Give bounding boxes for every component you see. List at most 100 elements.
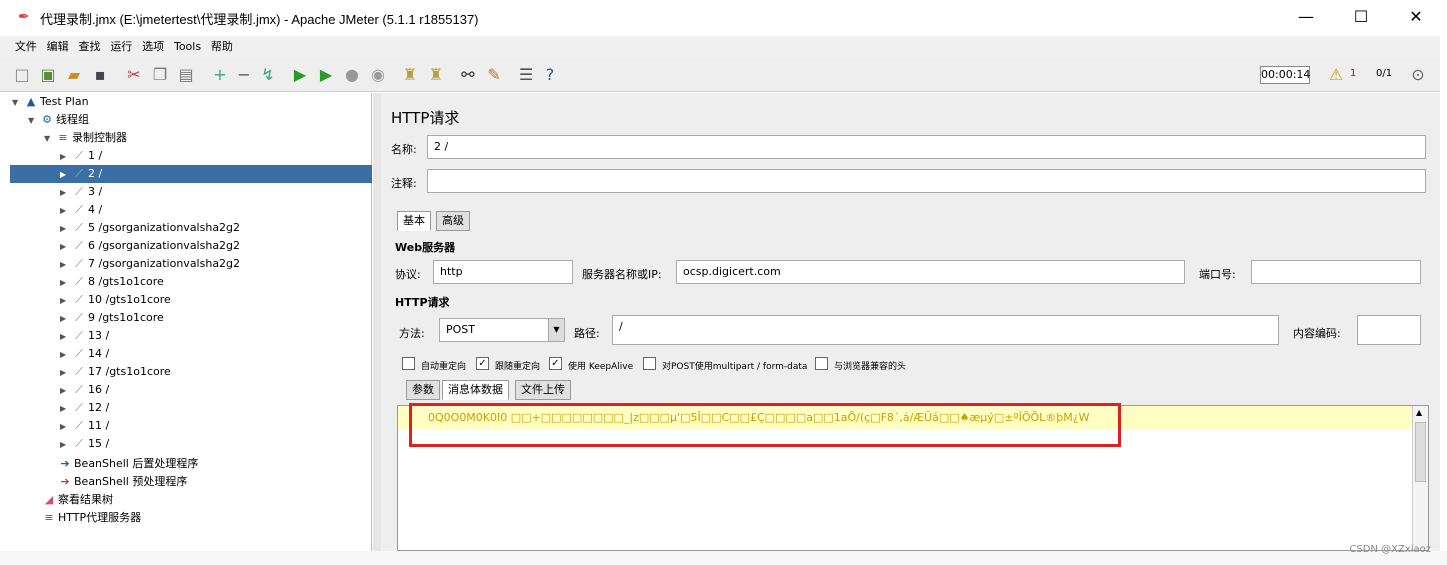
tree-node[interactable]: ➔ BeanShell 后置处理程序: [56, 455, 198, 473]
tree-node[interactable]: ▶ ⟋ 16 /: [60, 381, 109, 399]
open-icon[interactable]: ▰: [64, 65, 84, 85]
reset-search-icon[interactable]: ✎: [484, 65, 504, 85]
tab-files-upload[interactable]: 文件上传: [515, 380, 571, 400]
encoding-label: 内容编码:: [1293, 327, 1341, 340]
elapsed-timer: 00:00:14: [1260, 66, 1310, 84]
encoding-field[interactable]: [1357, 315, 1421, 345]
toggle-icon[interactable]: ↯: [258, 65, 278, 85]
protocol-field[interactable]: http: [433, 260, 573, 284]
path-label: 路径:: [574, 327, 600, 340]
warning-icon[interactable]: ⚠: [1326, 65, 1346, 85]
shutdown-icon[interactable]: ◉: [368, 65, 388, 85]
menu-run[interactable]: 运行: [107, 36, 135, 58]
test-plan-tree: ▼ ▲ Test Plan ▼ ⚙ 线程组 ▼ ≡ 录制控制器 ▶ ⟋ 1 / ▶ ⟋ 2 / ▶ ⟋…: [0, 93, 372, 551]
menu-file[interactable]: 文件: [12, 36, 40, 58]
pipette-icon: ⟋: [75, 221, 83, 234]
controller-icon: ≡: [58, 131, 68, 144]
minimize-button[interactable]: —: [1283, 4, 1329, 30]
multipart-label: 对POST使用multipart / form-data: [662, 362, 808, 372]
chevron-down-icon[interactable]: ▼: [548, 319, 564, 341]
save-icon[interactable]: ▪: [90, 65, 110, 85]
name-field[interactable]: 2 /: [427, 135, 1426, 159]
tree-node[interactable]: ▶ ⟋ 8 /gts1o1core: [60, 273, 164, 291]
tree-node[interactable]: ▶ ⟋ 13 /: [60, 327, 109, 345]
maximize-button[interactable]: ☐: [1338, 4, 1384, 30]
clear-icon[interactable]: ♜: [400, 65, 420, 85]
tree-node[interactable]: ▶ ⟋ 7 /gsorganizationvalsha2g2: [60, 255, 240, 273]
tree-node-selected[interactable]: ▶ ⟋ 2 /: [10, 165, 372, 183]
collapse-all-icon[interactable]: −: [234, 65, 254, 85]
tree-node[interactable]: ▶ ⟋ 11 /: [60, 417, 109, 435]
browser-headers-checkbox[interactable]: [815, 357, 828, 370]
vertical-scrollbar[interactable]: ▲: [1412, 406, 1428, 550]
pipette-icon: ⟋: [75, 329, 83, 342]
templates-icon[interactable]: ▣: [38, 65, 58, 85]
preprocessor-icon: ➔: [60, 475, 70, 488]
menu-help[interactable]: 帮助: [208, 36, 236, 58]
tree-node[interactable]: ▶ ⟋ 5 /gsorganizationvalsha2g2: [60, 219, 240, 237]
tab-basic[interactable]: 基本: [397, 211, 431, 231]
clear-all-icon[interactable]: ♜: [426, 65, 446, 85]
tree-node[interactable]: ▼ ⚙ 线程组: [28, 111, 89, 129]
tree-node[interactable]: ▶ ⟋ 15 /: [60, 435, 109, 453]
start-no-pauses-icon[interactable]: ▶: [316, 65, 336, 85]
new-icon[interactable]: □: [12, 65, 32, 85]
server-field[interactable]: ocsp.digicert.com: [676, 260, 1185, 284]
tree-node[interactable]: ▶ ⟋ 6 /gsorganizationvalsha2g2: [60, 237, 240, 255]
scroll-thumb[interactable]: [1415, 422, 1426, 482]
tree-node[interactable]: ≡ HTTP代理服务器: [40, 509, 141, 527]
tree-node[interactable]: ▶ ⟋ 3 /: [60, 183, 102, 201]
method-select[interactable]: POST ▼: [439, 318, 565, 342]
tree-node[interactable]: ▶ ⟋ 14 /: [60, 345, 109, 363]
port-field[interactable]: [1251, 260, 1421, 284]
multipart-checkbox[interactable]: [643, 357, 656, 370]
stop-icon[interactable]: ●: [342, 65, 362, 85]
splitter[interactable]: [373, 93, 381, 551]
menu-bar: 文件 编辑 查找 运行 选项 Tools 帮助: [0, 36, 1440, 58]
close-button[interactable]: ✕: [1393, 4, 1439, 30]
browser-headers-label: 与浏览器兼容的头: [834, 362, 907, 372]
menu-options[interactable]: 选项: [139, 36, 167, 58]
tab-advanced[interactable]: 高级: [436, 211, 470, 231]
follow-redirect-checkbox[interactable]: ✓: [476, 357, 489, 370]
search-icon[interactable]: ⚯: [458, 65, 478, 85]
tree-node[interactable]: ◢ 察看结果树: [40, 491, 113, 509]
tab-parameters[interactable]: 参数: [406, 380, 440, 400]
pipette-icon: ⟋: [75, 239, 83, 252]
menu-edit[interactable]: 编辑: [44, 36, 72, 58]
tree-node[interactable]: ▶ ⟋ 10 /gts1o1core: [60, 291, 171, 309]
toolbar: □ ▣ ▰ ▪ ✂ ❐ ▤ + − ↯ ▶ ▶ ● ◉ ♜ ♜ ⚯ ✎ ☰ ? …: [0, 58, 1440, 92]
function-helper-icon[interactable]: ☰: [516, 65, 536, 85]
path-field[interactable]: /: [612, 315, 1279, 345]
cut-icon[interactable]: ✂: [124, 65, 144, 85]
comment-field[interactable]: [427, 169, 1426, 193]
tree-node[interactable]: ▶ ⟋ 17 /gts1o1core: [60, 363, 171, 381]
annotation-highlight-box: [409, 403, 1121, 447]
pipette-icon: ⟋: [75, 257, 83, 270]
gear-icon: ⚙: [42, 113, 52, 126]
tree-node[interactable]: ▶ ⟋ 12 /: [60, 399, 109, 417]
copy-icon[interactable]: ❐: [150, 65, 170, 85]
tree-node[interactable]: ▶ ⟋ 1 /: [60, 147, 102, 165]
pipette-icon: ⟋: [75, 401, 83, 414]
watermark: CSDN @XZxiaoz: [1349, 544, 1431, 555]
tree-node[interactable]: ▶ ⟋ 4 /: [60, 201, 102, 219]
start-icon[interactable]: ▶: [290, 65, 310, 85]
tree-node[interactable]: ▼ ≡ 录制控制器: [44, 129, 127, 147]
expand-all-icon[interactable]: +: [210, 65, 230, 85]
pipette-icon: ⟋: [75, 203, 83, 216]
scroll-up-icon[interactable]: ▲: [1416, 408, 1422, 417]
testplan-icon: ▲: [26, 95, 36, 108]
help-icon[interactable]: ?: [540, 65, 560, 85]
tree-node[interactable]: ▶ ⟋ 9 /gts1o1core: [60, 309, 164, 327]
keepalive-checkbox[interactable]: ✓: [549, 357, 562, 370]
port-label: 端口号:: [1199, 268, 1236, 281]
tree-node[interactable]: ▼ ▲ Test Plan: [12, 93, 89, 111]
tree-node[interactable]: ➔ BeanShell 预处理程序: [56, 473, 187, 491]
menu-search[interactable]: 查找: [75, 36, 103, 58]
auto-redirect-checkbox[interactable]: [402, 357, 415, 370]
follow-redirect-label: 跟随重定向: [495, 362, 541, 372]
tab-body-data[interactable]: 消息体数据: [442, 380, 509, 400]
paste-icon[interactable]: ▤: [176, 65, 196, 85]
menu-tools[interactable]: Tools: [171, 36, 204, 58]
